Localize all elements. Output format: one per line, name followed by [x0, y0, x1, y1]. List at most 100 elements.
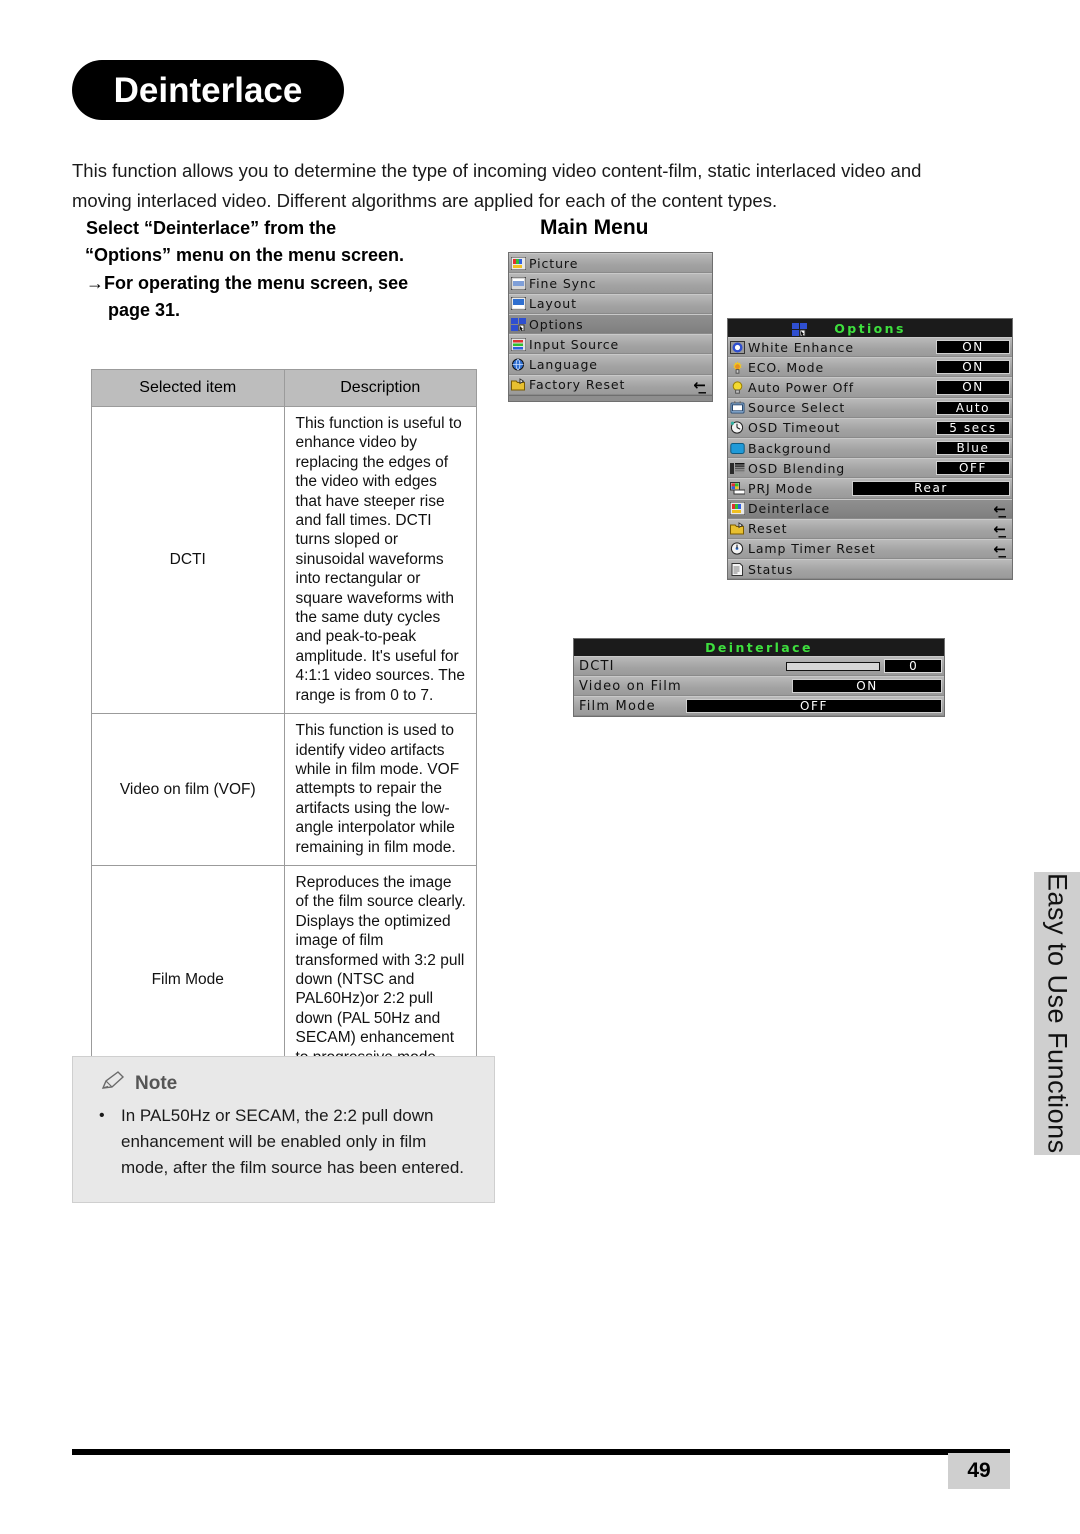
options-menu-title: Options [834, 320, 906, 336]
deinterlace-film-value[interactable]: OFF [686, 699, 942, 713]
options-item-value[interactable]: 5 secs [936, 420, 1010, 435]
source-select-icon [730, 401, 745, 414]
folder-icon [511, 378, 526, 391]
picture-icon [511, 256, 526, 270]
main-menu-item-layout[interactable]: Layout [509, 293, 712, 314]
deinterlace-osd: Deinterlace DCTI 0 Video on Film ON Film… [573, 638, 945, 717]
note-body: • In PAL50Hz or SECAM, the 2:2 pull down… [99, 1103, 476, 1181]
options-item-source-select[interactable]: Source Select Auto [728, 397, 1012, 418]
deinterlace-titlebar: Deinterlace [574, 639, 944, 656]
language-icon [511, 358, 526, 371]
options-item-label: Background [748, 440, 832, 456]
instruction-line-3: →For operating the menu screen, see [86, 273, 409, 293]
options-menu-osd: Options White Enhance ON ECO. Mode ON Au… [727, 318, 1013, 581]
status-icon [730, 562, 745, 576]
options-item-reset[interactable]: Reset ←̲ [728, 518, 1012, 539]
background-icon [730, 442, 745, 455]
deinterlace-title: Deinterlace [705, 640, 813, 655]
prj-mode-icon [730, 481, 745, 495]
instruction-heading: Select “Deinterlace” from the “Options” … [85, 215, 486, 323]
note-text: In PAL50Hz or SECAM, the 2:2 pull down e… [121, 1106, 465, 1177]
enter-arrow-icon: ←̲ [993, 519, 1006, 538]
options-item-auto-power-off[interactable]: Auto Power Off ON [728, 377, 1012, 398]
options-item-value[interactable]: ON [936, 360, 1010, 375]
main-menu-item-language[interactable]: Language [509, 354, 712, 375]
options-item-label: PRJ Mode [748, 480, 814, 496]
options-icon [511, 317, 526, 331]
side-tab: Easy to Use Functions [1034, 872, 1080, 1155]
instruction-line-1: Select “Deinterlace” from the [86, 218, 337, 238]
options-item-value[interactable]: Blue [936, 440, 1010, 456]
main-menu-item-fine-sync[interactable]: Fine Sync [509, 273, 712, 294]
folder-icon [730, 522, 745, 535]
footer-rule [72, 1449, 1010, 1455]
options-item-label: Auto Power Off [748, 379, 855, 395]
options-item-value[interactable]: Auto [936, 400, 1010, 415]
options-item-lamp-timer-reset[interactable]: Lamp Timer Reset ←̲ [728, 538, 1012, 560]
note-heading-label: Note [135, 1072, 178, 1094]
table-row: Video on film (VOF) This function is use… [91, 713, 477, 866]
options-item-white-enhance[interactable]: White Enhance ON [728, 337, 1012, 358]
main-menu-item-factory-reset[interactable]: Factory Reset ←̲ [509, 374, 712, 396]
options-menu-titlebar: Options [728, 319, 1012, 337]
options-item-background[interactable]: Background Blue [728, 437, 1012, 459]
options-item-prj-mode[interactable]: PRJ Mode Rear [728, 478, 1012, 499]
options-item-deinterlace[interactable]: Deinterlace ←̲ [728, 498, 1012, 519]
main-menu-item-options[interactable]: Options [509, 313, 712, 335]
options-item-value[interactable]: OFF [936, 461, 1010, 476]
options-item-status[interactable]: Status [728, 559, 1012, 580]
dcti-slider[interactable] [786, 662, 880, 671]
instruction-line-2: “Options” menu on the menu screen. [85, 244, 405, 265]
note-heading: Note [101, 1071, 177, 1096]
options-item-value[interactable]: ON [936, 380, 1010, 395]
instruction-line-4: page 31. [108, 299, 181, 320]
options-item-label: White Enhance [748, 339, 854, 355]
deinterlace-vof-label: Video on Film [579, 678, 682, 694]
main-menu-item-picture[interactable]: Picture [509, 253, 712, 274]
options-item-value[interactable]: Rear [852, 481, 1010, 496]
main-menu-item-label: Layout [529, 296, 577, 312]
options-item-label: Reset [748, 521, 788, 537]
deinterlace-vof-value[interactable]: ON [792, 679, 942, 693]
table-header-row: Selected item Description [91, 369, 477, 407]
table-header-selected-item: Selected item [91, 369, 285, 407]
osd-footer-bar [509, 395, 712, 402]
options-item-label: OSD Timeout [748, 420, 841, 436]
options-item-label: Source Select [748, 400, 846, 416]
options-item-value[interactable]: ON [936, 340, 1010, 355]
options-item-label: ECO. Mode [748, 359, 825, 375]
deinterlace-film-label: Film Mode [579, 698, 656, 714]
options-item-label: Lamp Timer Reset [748, 541, 876, 557]
table-cell-description: This function is useful to enhance video… [283, 405, 477, 715]
enter-arrow-icon: ←̲ [993, 499, 1006, 518]
deinterlace-row-video-on-film[interactable]: Video on Film ON [574, 676, 944, 696]
main-menu-item-label: Options [529, 316, 584, 332]
input-source-icon [511, 337, 526, 351]
main-menu-item-label: Fine Sync [529, 275, 597, 291]
picture-icon [730, 502, 745, 516]
options-item-label: OSD Blending [748, 460, 846, 476]
eco-mode-icon [730, 361, 745, 374]
options-item-eco-mode[interactable]: ECO. Mode ON [728, 357, 1012, 378]
options-item-osd-timeout[interactable]: OSD Timeout 5 secs [728, 417, 1012, 438]
page-title: Deinterlace [113, 70, 303, 110]
dcti-value[interactable]: 0 [884, 659, 942, 673]
white-enhance-icon [730, 340, 745, 354]
osd-blending-icon [730, 462, 745, 475]
side-tab-label: Easy to Use Functions [1042, 873, 1073, 1154]
pencil-icon [101, 1071, 127, 1096]
options-item-osd-blending[interactable]: OSD Blending OFF [728, 458, 1012, 479]
main-menu-item-input-source[interactable]: Input Source [509, 334, 712, 355]
table-cell-description: This function is used to identify video … [283, 713, 477, 866]
note-box: Note • In PAL50Hz or SECAM, the 2:2 pull… [72, 1056, 495, 1203]
options-item-label: Status [748, 561, 794, 577]
clock-icon [730, 542, 745, 556]
main-menu-label: Main Menu [540, 216, 649, 239]
main-menu-item-label: Input Source [529, 336, 620, 352]
page-number: 49 [948, 1453, 1010, 1489]
page-title-pill: Deinterlace [72, 60, 344, 120]
main-menu-osd: Picture Fine Sync Layout Options Input S… [508, 252, 713, 403]
deinterlace-row-dcti[interactable]: DCTI 0 [574, 656, 944, 676]
deinterlace-row-film-mode[interactable]: Film Mode OFF [574, 696, 944, 716]
intro-paragraph: This function allows you to determine th… [72, 159, 922, 211]
